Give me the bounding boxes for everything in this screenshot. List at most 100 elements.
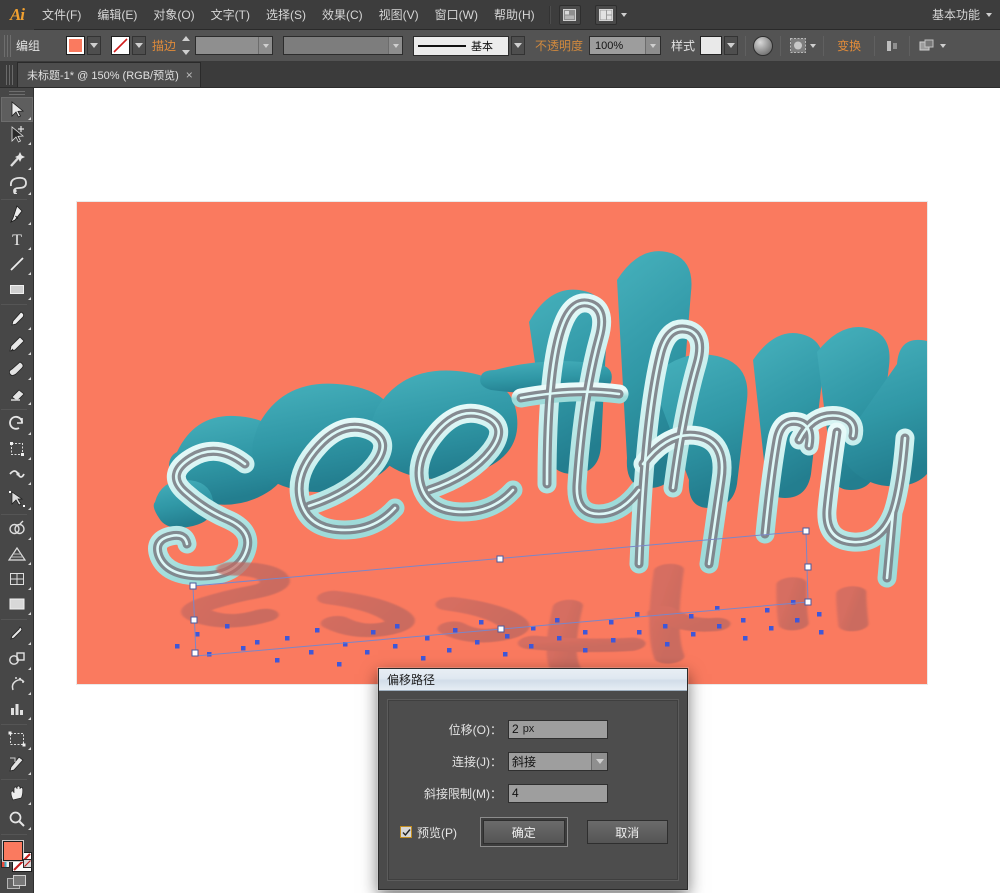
tab-bar-grip[interactable] — [6, 65, 13, 85]
gradient-tool[interactable] — [1, 592, 33, 617]
artwork-see-thru[interactable] — [77, 202, 927, 684]
artboard[interactable] — [77, 202, 927, 684]
menu-view[interactable]: 视图(V) — [371, 0, 427, 30]
perspective-grid-tool[interactable] — [1, 542, 33, 567]
chevron-down-icon[interactable] — [986, 12, 992, 17]
align-icon[interactable] — [882, 36, 902, 56]
line-segment-tool[interactable] — [1, 252, 33, 277]
rectangle-tool[interactable] — [1, 277, 33, 302]
offset-field-value: 2 — [512, 722, 519, 736]
artboard-tool[interactable] — [1, 727, 33, 752]
width-tool[interactable] — [1, 462, 33, 487]
control-bar-grip[interactable] — [4, 34, 11, 57]
miter-limit-field[interactable]: 4 — [508, 783, 608, 803]
slice-tool[interactable] — [1, 752, 33, 777]
chevron-down-icon[interactable] — [645, 37, 661, 54]
chevron-down-icon[interactable] — [810, 43, 817, 48]
cancel-button[interactable]: 取消 — [586, 820, 668, 844]
chevron-down-icon[interactable] — [591, 752, 607, 770]
document-tab[interactable]: 未标题-1* @ 150% (RGB/预览) × — [17, 62, 201, 87]
stroke-preview-icon — [418, 44, 467, 47]
recolor-artwork-icon[interactable] — [753, 35, 774, 56]
brush-dropdown-button[interactable] — [511, 36, 526, 55]
chevron-down-icon[interactable] — [388, 37, 403, 54]
fill-swatch-icon[interactable] — [2, 840, 23, 861]
bridge-icon[interactable] — [558, 4, 581, 25]
miter-limit-field-label: 斜接限制(M)： — [424, 786, 502, 801]
dialog-title-bar[interactable]: 偏移路径 — [379, 669, 687, 691]
screen-mode-icon[interactable] — [6, 875, 27, 893]
chevron-down-icon[interactable] — [258, 37, 273, 54]
none-icon[interactable] — [23, 859, 32, 868]
scale-tool[interactable] — [1, 437, 33, 462]
document-tab-bar: 未标题-1* @ 150% (RGB/预览) × — [0, 62, 1000, 88]
opacity-label[interactable]: 不透明度 — [535, 37, 583, 54]
type-tool[interactable]: T — [1, 227, 33, 252]
transform-label[interactable]: 变换 — [837, 37, 861, 54]
menu-file[interactable]: 文件(F) — [34, 0, 89, 30]
menu-effect[interactable]: 效果(C) — [314, 0, 371, 30]
shape-builder-tool[interactable] — [1, 517, 33, 542]
opacity-value: 100% — [595, 39, 624, 52]
chevron-down-icon[interactable] — [620, 12, 627, 17]
style-dropdown-button[interactable] — [724, 36, 739, 55]
menu-type[interactable]: 文字(T) — [203, 0, 258, 30]
stroke-weight-stepper[interactable] — [182, 36, 193, 55]
menu-select[interactable]: 选择(S) — [258, 0, 314, 30]
rotate-tool[interactable] — [1, 412, 33, 437]
opacity-mask-icon[interactable] — [788, 36, 808, 56]
menu-help[interactable]: 帮助(H) — [486, 0, 543, 30]
tools-panel-grip[interactable] — [8, 91, 25, 95]
arrange-grid-icon[interactable] — [594, 4, 617, 25]
paintbrush-tool[interactable] — [1, 307, 33, 332]
offset-path-dialog[interactable]: 偏移路径 位移(O)： 2 px 连接(J)： 斜接 斜接限制(M)： 4 预览(P) 确定… — [378, 668, 688, 890]
menu-window[interactable]: 窗口(W) — [427, 0, 486, 30]
pen-tool[interactable] — [1, 202, 33, 227]
style-swatch-icon[interactable] — [700, 36, 723, 55]
tool-divider — [0, 833, 27, 835]
zoom-tool[interactable] — [1, 807, 33, 832]
stroke-profile-select[interactable] — [283, 36, 404, 55]
fill-stroke-control[interactable] — [1, 840, 33, 872]
stroke-weight-input[interactable] — [195, 36, 274, 55]
chevron-down-icon[interactable] — [940, 43, 947, 48]
magic-wand-tool[interactable] — [1, 147, 33, 172]
stroke-none-icon[interactable] — [111, 36, 131, 55]
eyedropper-tool[interactable] — [1, 622, 33, 647]
direct-selection-tool[interactable] — [1, 122, 33, 147]
stroke-dropdown-button[interactable] — [132, 36, 147, 55]
symbol-sprayer-tool[interactable] — [1, 672, 33, 697]
blend-tool[interactable] — [1, 647, 33, 672]
offset-field[interactable]: 2 px — [508, 719, 608, 739]
free-transform-tool[interactable] — [1, 487, 33, 512]
workspace-switcher[interactable]: 基本功能 — [926, 6, 1000, 23]
joins-field-label: 连接(J)： — [452, 754, 502, 769]
blob-brush-tool[interactable] — [1, 357, 33, 382]
fill-swatch-icon[interactable] — [66, 36, 86, 55]
arrange-documents-icon[interactable] — [593, 4, 627, 25]
dialog-title: 偏移路径 — [387, 673, 436, 687]
fill-dropdown-button[interactable] — [87, 36, 102, 55]
eraser-tool[interactable] — [1, 382, 33, 407]
menu-object[interactable]: 对象(O) — [145, 0, 202, 30]
more-options-icon[interactable] — [917, 36, 937, 56]
column-graph-tool[interactable] — [1, 697, 33, 722]
preview-checkbox-row[interactable]: 预览(P) — [400, 824, 457, 841]
stroke-swatch-control[interactable] — [111, 36, 147, 55]
close-icon[interactable]: × — [186, 69, 193, 81]
joins-field[interactable]: 斜接 — [508, 751, 608, 771]
selection-type-label: 编组 — [16, 39, 41, 53]
lasso-tool[interactable] — [1, 172, 33, 197]
menu-edit[interactable]: 编辑(E) — [89, 0, 145, 30]
workspace-name[interactable]: 基本功能 — [926, 6, 986, 23]
preview-checkbox[interactable] — [400, 826, 412, 838]
mesh-tool[interactable] — [1, 567, 33, 592]
fill-swatch-control[interactable] — [66, 36, 102, 55]
hand-tool[interactable] — [1, 782, 33, 807]
ok-button[interactable]: 确定 — [483, 820, 565, 844]
opacity-input[interactable]: 100% — [589, 36, 662, 55]
selection-tool[interactable] — [0, 96, 33, 122]
stroke-weight-label[interactable]: 描边 — [152, 37, 176, 54]
pencil-tool[interactable] — [1, 332, 33, 357]
brush-definition-select[interactable]: 基本 — [413, 35, 510, 56]
